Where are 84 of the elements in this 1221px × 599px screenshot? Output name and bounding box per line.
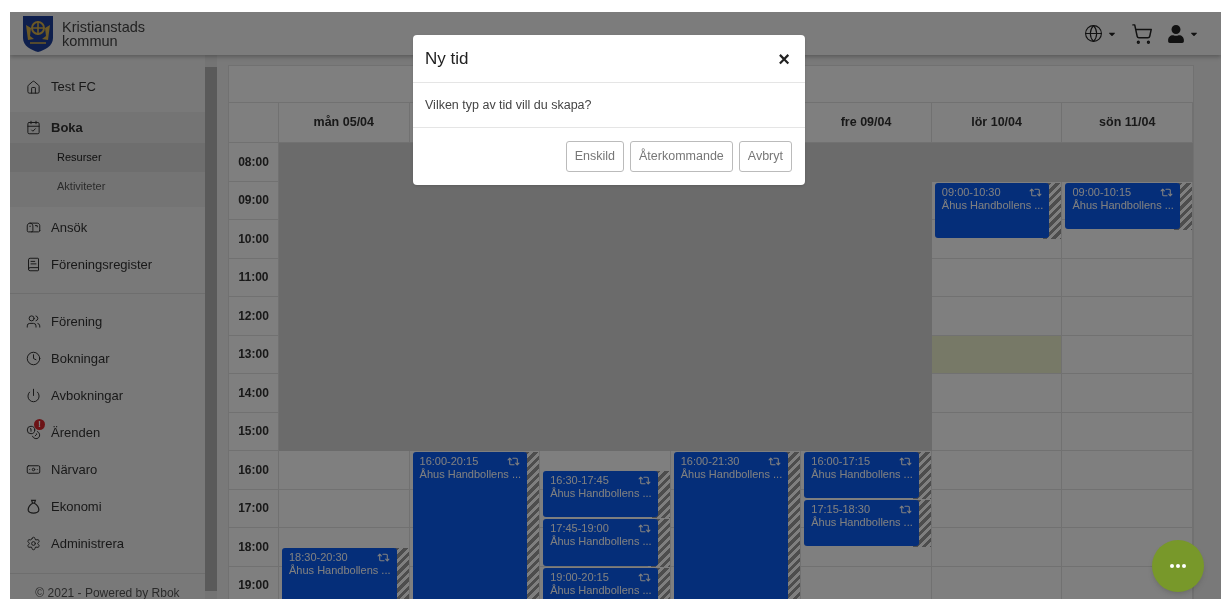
nav-item[interactable]: Förening (10, 303, 205, 340)
dialog-button[interactable]: Enskild (565, 141, 625, 172)
user-icon (1167, 24, 1185, 43)
event-title: Åhus Handbollens ... (680, 468, 782, 481)
day-header: fre 09/04 (840, 114, 892, 132)
event-time: 17:15-18:30 (811, 503, 870, 516)
nav-item[interactable]: Ansök (10, 209, 205, 246)
event-time: 16:00-17:15 (811, 455, 870, 468)
banknote-icon (26, 462, 41, 477)
booking-event[interactable]: 09:00-10:15 Åhus Handbollens ... (1065, 182, 1180, 229)
user-menu[interactable] (1167, 24, 1199, 43)
event-time: 09:00-10:15 (1072, 185, 1132, 199)
time-label: 17:00 (238, 500, 269, 518)
event-time: 17:45-19:00 (550, 522, 609, 535)
mailbox-icon (26, 220, 41, 235)
time-label: 16:00 (238, 461, 269, 479)
nav-item[interactable]: Föreningsregister (10, 246, 205, 283)
time-label: 15:00 (238, 423, 269, 441)
event-time: 16:00-20:15 (419, 455, 479, 468)
close-button[interactable]: × (778, 48, 793, 69)
time-label: 14:00 (238, 384, 269, 402)
dialog-title: Ny tid (425, 47, 469, 70)
time-label: 19:00 (238, 577, 269, 595)
booking-event[interactable]: 18:30-20:30 Åhus Handbollens ... (282, 548, 397, 599)
event-title: Åhus Handbollens ... (289, 564, 390, 578)
brand-name: Kristianstads kommun (62, 19, 146, 48)
booking-event[interactable]: 16:00-21:30 Åhus Handbollens ... (673, 452, 789, 599)
logo-icon (22, 14, 54, 53)
booking-event[interactable]: 17:15-18:30 Åhus Handbollens ... (804, 500, 919, 547)
event-title: Åhus Handbollens ... (811, 516, 912, 530)
day-header: lör 10/04 (971, 114, 1022, 132)
dialog-button[interactable]: Avbryt (738, 141, 792, 172)
event-time: 09:00-10:30 (941, 185, 1001, 199)
calendar-icon (26, 120, 41, 135)
event-title: Åhus Handbollens ... (550, 535, 651, 549)
nav-item[interactable]: Avbokningar (10, 377, 205, 414)
event-title: Åhus Handbollens ... (419, 468, 521, 481)
time-label: 18:00 (238, 538, 269, 556)
event-time: 18:30-20:30 (289, 551, 348, 564)
time-label: 11:00 (238, 269, 269, 287)
nav-subitem[interactable]: Aktiviteter (10, 172, 205, 201)
nav-item[interactable]: Bokningar (10, 340, 205, 377)
time-label: 12:00 (238, 307, 269, 325)
money-bag-icon (26, 499, 41, 514)
booking-event[interactable]: 09:00-10:30 Åhus Handbollens ... (934, 182, 1050, 239)
nav-subitem[interactable]: Resurser (10, 143, 205, 172)
booking-event[interactable]: 19:00-20:15 Åhus Handbollens ... (543, 567, 658, 599)
time-label: 13:00 (238, 346, 269, 364)
nav-item[interactable]: ! Ärenden (10, 414, 205, 451)
gear-icon (26, 536, 41, 551)
day-header: sön 11/04 (1099, 114, 1156, 132)
time-label: 08:00 (238, 153, 269, 171)
event-title: Åhus Handbollens ... (1072, 198, 1173, 212)
cart-icon[interactable] (1131, 22, 1153, 45)
booking-event[interactable]: 17:45-19:00 Åhus Handbollens ... (543, 519, 658, 566)
day-header: mån 05/04 (313, 114, 374, 132)
dialog-message: Vilken typ av tid vill du skapa? (425, 96, 592, 114)
event-title: Åhus Handbollens ... (550, 583, 651, 597)
booking-event[interactable]: 16:00-20:15 Åhus Handbollens ... (412, 452, 528, 599)
ellipsis-icon (1170, 564, 1186, 568)
home-icon (26, 79, 41, 95)
globe-icon (1084, 24, 1103, 43)
event-title: Åhus Handbollens ... (811, 468, 912, 481)
book-icon (26, 257, 41, 272)
booking-event[interactable]: 16:00-17:15 Åhus Handbollens ... (804, 452, 919, 499)
time-label: 10:00 (238, 230, 269, 248)
clock-icon (26, 351, 41, 366)
language-menu[interactable] (1084, 24, 1117, 43)
nav-item[interactable]: Test FC (10, 55, 205, 112)
alert-badge: ! (34, 419, 45, 430)
nav-item[interactable]: Administrera (10, 525, 205, 562)
event-time: 16:00-21:30 (680, 455, 740, 468)
event-title: Åhus Handbollens ... (941, 198, 1043, 212)
power-icon (26, 388, 41, 403)
people-icon (26, 314, 41, 329)
booking-event[interactable]: 16:30-17:45 Åhus Handbollens ... (543, 471, 658, 518)
nav-item[interactable]: Ekonomi (10, 488, 205, 525)
event-time: 16:30-17:45 (550, 474, 609, 487)
nav-item[interactable]: Närvaro (10, 451, 205, 488)
coins-icon (26, 425, 41, 440)
event-time: 19:00-20:15 (550, 570, 609, 584)
event-title: Åhus Handbollens ... (550, 487, 651, 501)
dialog-button[interactable]: Återkommande (630, 141, 733, 172)
time-label: 09:00 (238, 192, 269, 210)
